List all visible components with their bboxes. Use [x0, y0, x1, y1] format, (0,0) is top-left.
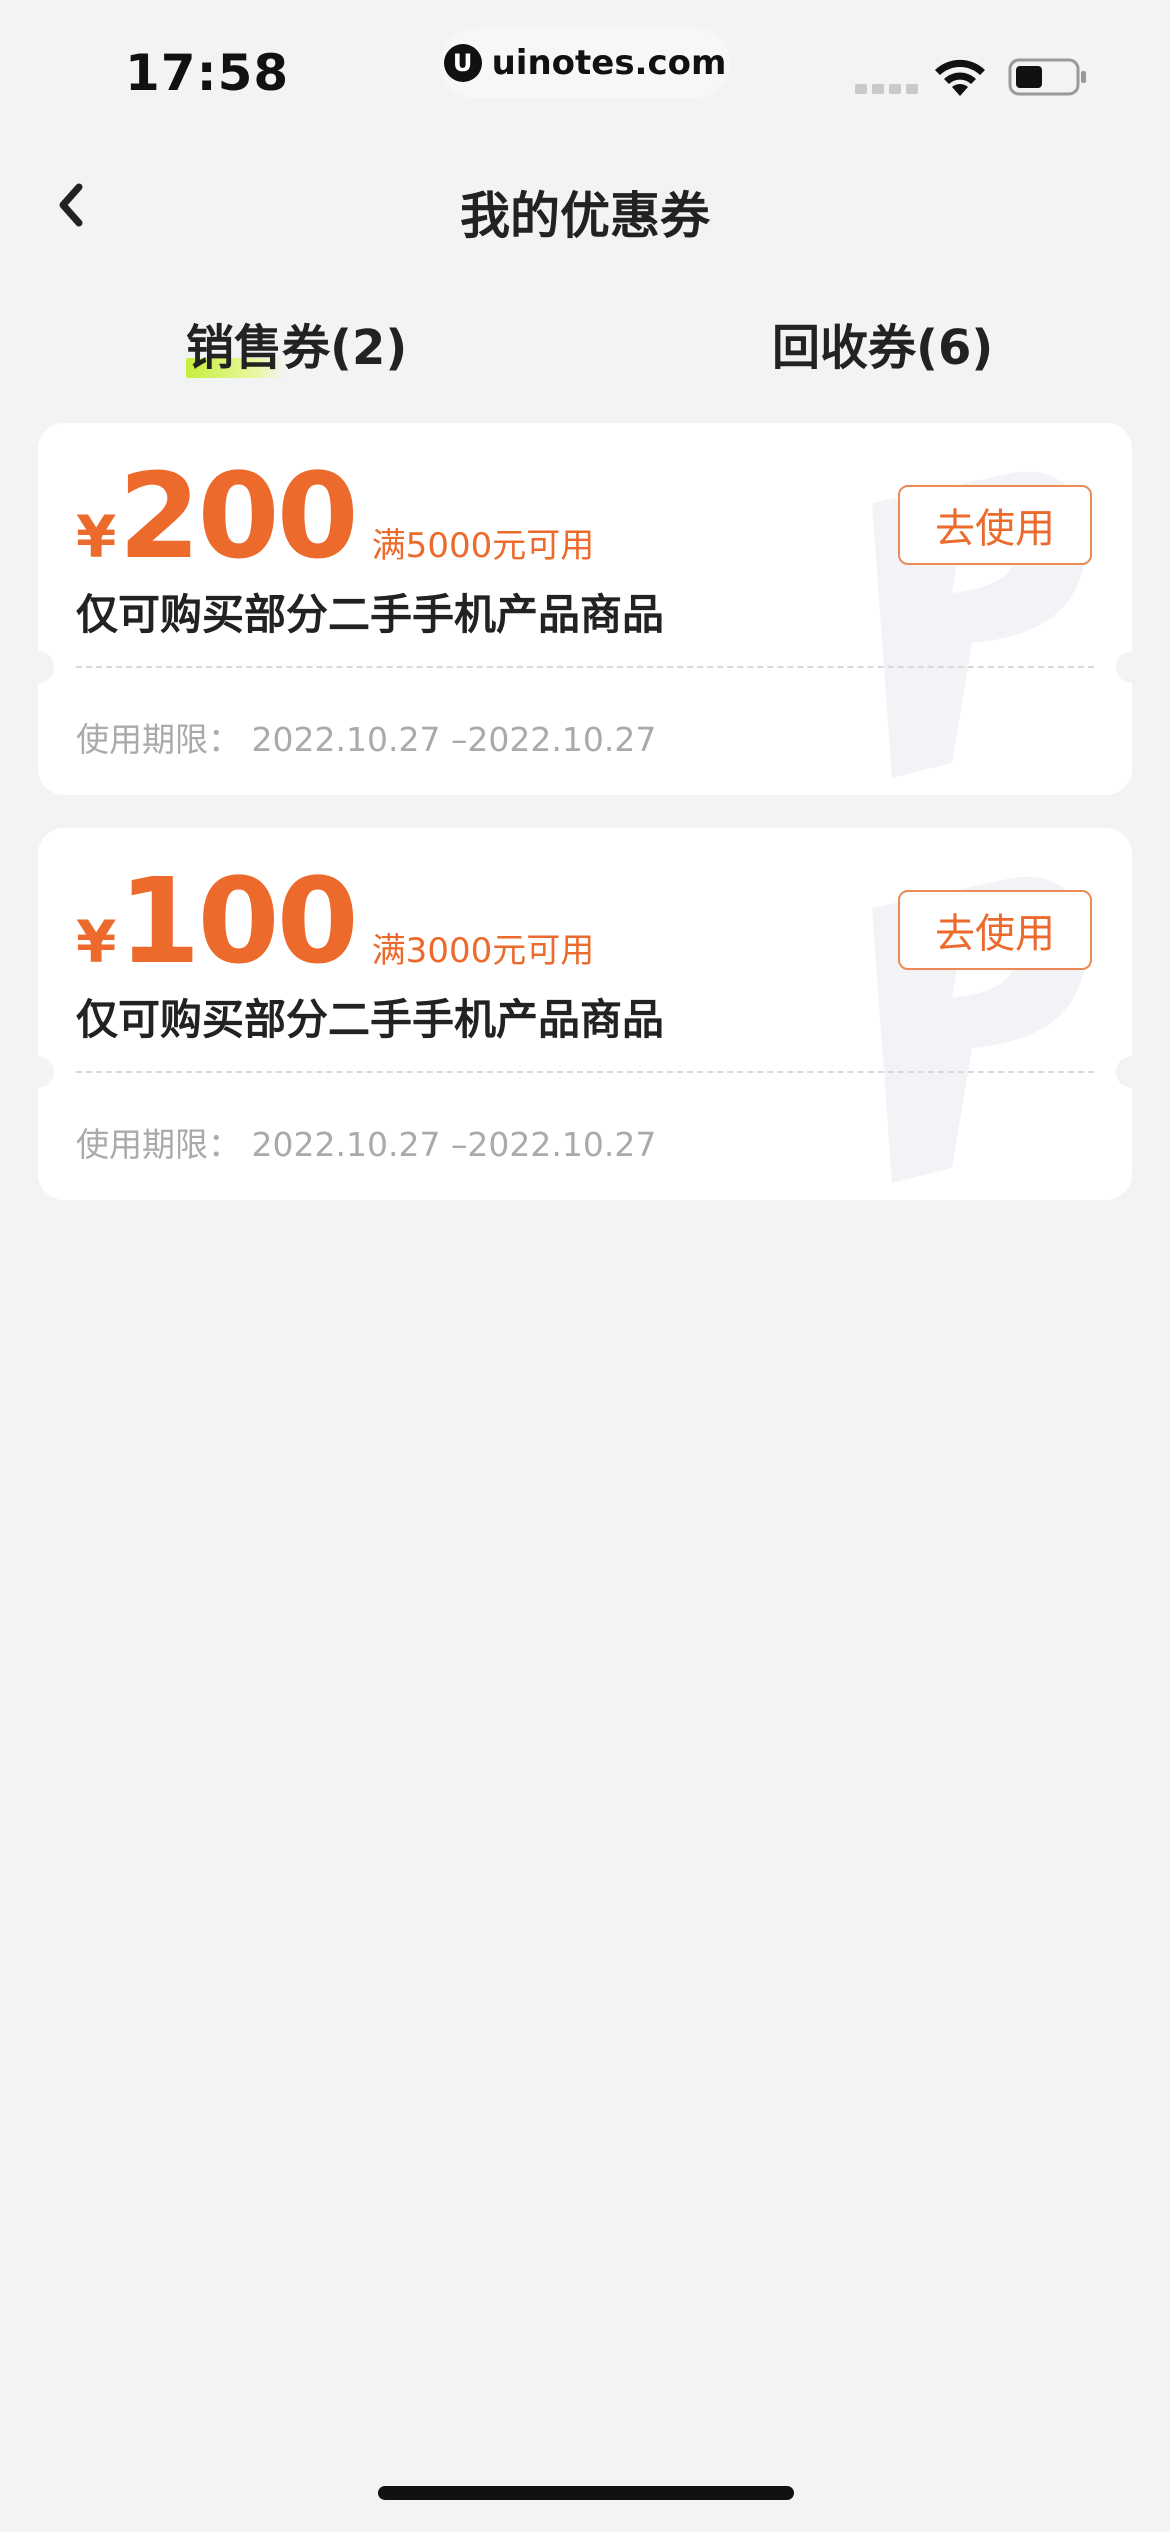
coupon-description: 仅可购买部分二手手机产品商品	[76, 995, 665, 1044]
coupon-card[interactable]: ¥ 100 满3000元可用 仅可购买部分二手手机产品商品 去使用 使用期限： …	[38, 828, 1132, 1200]
use-coupon-button[interactable]: 去使用	[898, 485, 1092, 565]
divider	[76, 1071, 1094, 1073]
cellular-signal-icon	[855, 84, 918, 94]
wifi-icon	[935, 59, 985, 96]
home-indicator[interactable]	[378, 2486, 794, 2500]
coupon-amount: ¥ 200 满5000元可用	[76, 457, 594, 575]
status-bar: 17:58 U uinotes.com	[0, 0, 1170, 140]
coupon-notch	[1116, 1056, 1132, 1088]
validity-period: 使用期限： 2022.10.27 –2022.10.27	[76, 720, 657, 759]
tab-label: 回收券(6)	[772, 320, 994, 376]
divider	[76, 666, 1094, 668]
use-coupon-button[interactable]: 去使用	[898, 890, 1092, 970]
usage-condition: 满3000元可用	[371, 931, 595, 971]
tab-recycle-coupons[interactable]: 回收券(6)	[772, 308, 993, 378]
site-logo-icon: U	[443, 44, 482, 82]
url-pill[interactable]: U uinotes.com	[440, 28, 730, 98]
coupon-notch	[1116, 651, 1132, 683]
page-title: 我的优惠券	[460, 187, 710, 245]
currency-symbol: ¥	[76, 503, 117, 571]
coupon-description: 仅可购买部分二手手机产品商品	[76, 590, 665, 639]
coupon-amount: ¥ 100 满3000元可用	[76, 862, 594, 980]
currency-symbol: ¥	[76, 908, 117, 976]
coupon-page: 17:58 U uinotes.com 我的优惠券 销售券(2) 回收券(6)	[0, 0, 1170, 2532]
tab-sale-coupons[interactable]: 销售券(2)	[186, 308, 407, 378]
tab-label: 销售券(2)	[186, 320, 408, 376]
coupon-notch	[38, 1056, 54, 1088]
coupon-notch	[38, 651, 54, 683]
usage-condition: 满5000元可用	[371, 526, 595, 566]
battery-icon	[1008, 58, 1086, 96]
coupon-card[interactable]: ¥ 200 满5000元可用 仅可购买部分二手手机产品商品 去使用 使用期限： …	[38, 423, 1132, 795]
amount-value: 100	[118, 852, 358, 990]
validity-period: 使用期限： 2022.10.27 –2022.10.27	[76, 1125, 657, 1164]
amount-value: 200	[118, 447, 358, 585]
url-text: uinotes.com	[491, 43, 727, 83]
status-time: 17:58	[125, 44, 290, 102]
